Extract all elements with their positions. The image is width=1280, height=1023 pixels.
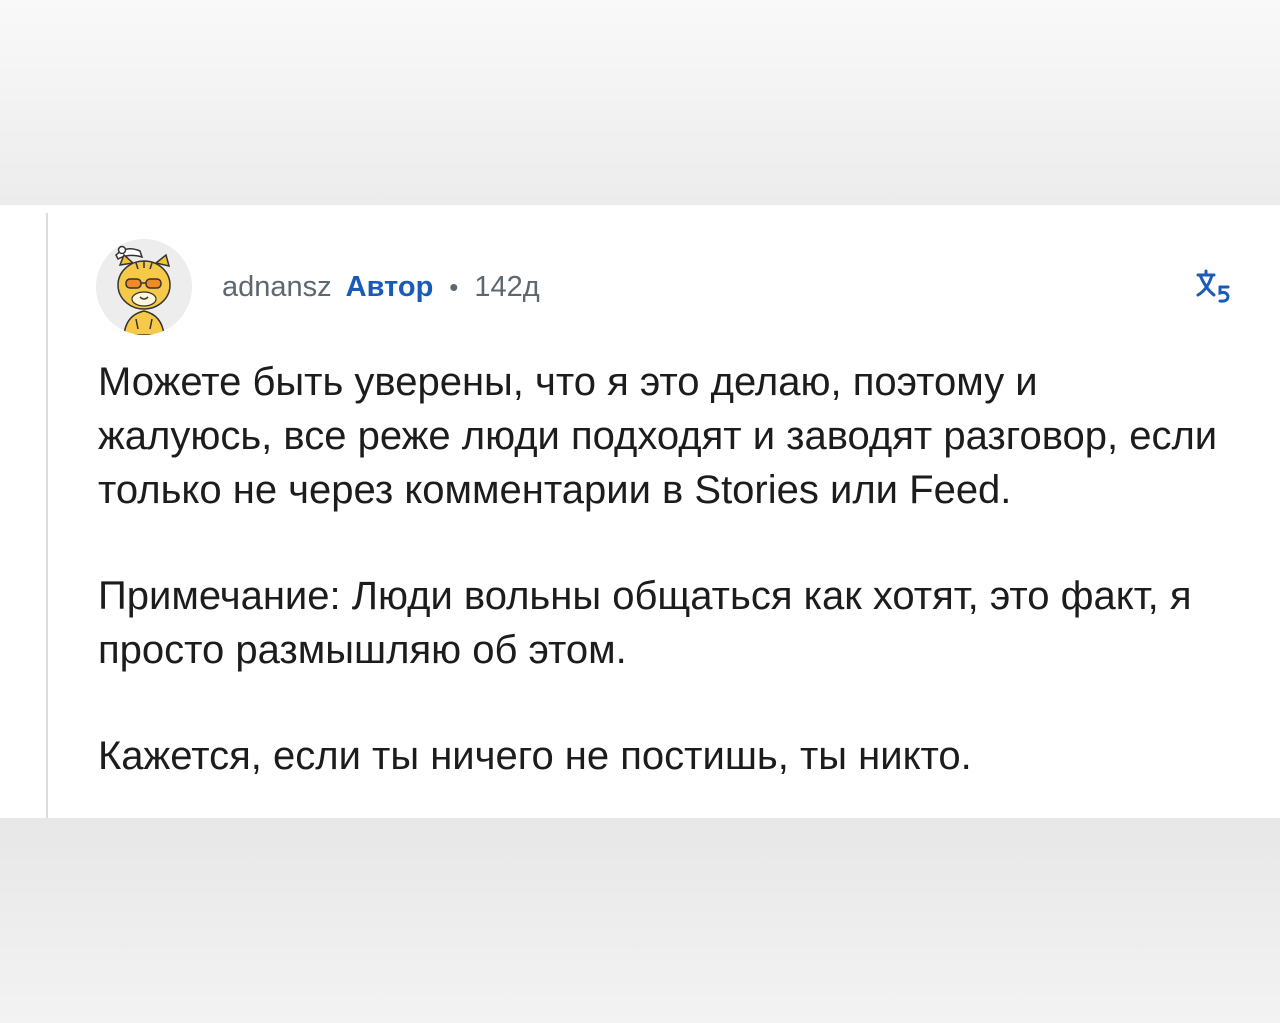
- top-backdrop: [0, 0, 1280, 205]
- snoo-avatar-icon: [96, 239, 192, 335]
- comment-paragraph: Можете быть уверены, что я это делаю, по…: [98, 360, 1218, 512]
- comment-paragraph: Кажется, если ты ничего не постишь, ты н…: [98, 734, 972, 778]
- meta-separator: •: [449, 271, 459, 302]
- user-avatar[interactable]: [96, 239, 192, 335]
- comment-meta: adnansz Автор • 142д: [222, 267, 540, 307]
- bottom-backdrop: [0, 818, 1280, 1023]
- comment-card: adnansz Автор • 142д Можете быть уверены…: [0, 205, 1280, 818]
- comment-body: Можете быть уверены, что я это делаю, по…: [98, 355, 1218, 783]
- translate-button[interactable]: [1190, 269, 1234, 305]
- comment-paragraph: Примечание: Люди вольны общаться как хот…: [98, 574, 1192, 672]
- comment-age: 142д: [474, 270, 540, 303]
- thread-line[interactable]: [46, 213, 48, 818]
- username-link[interactable]: adnansz: [222, 271, 332, 304]
- translate-icon: [1196, 269, 1230, 303]
- author-badge: Автор: [345, 270, 434, 303]
